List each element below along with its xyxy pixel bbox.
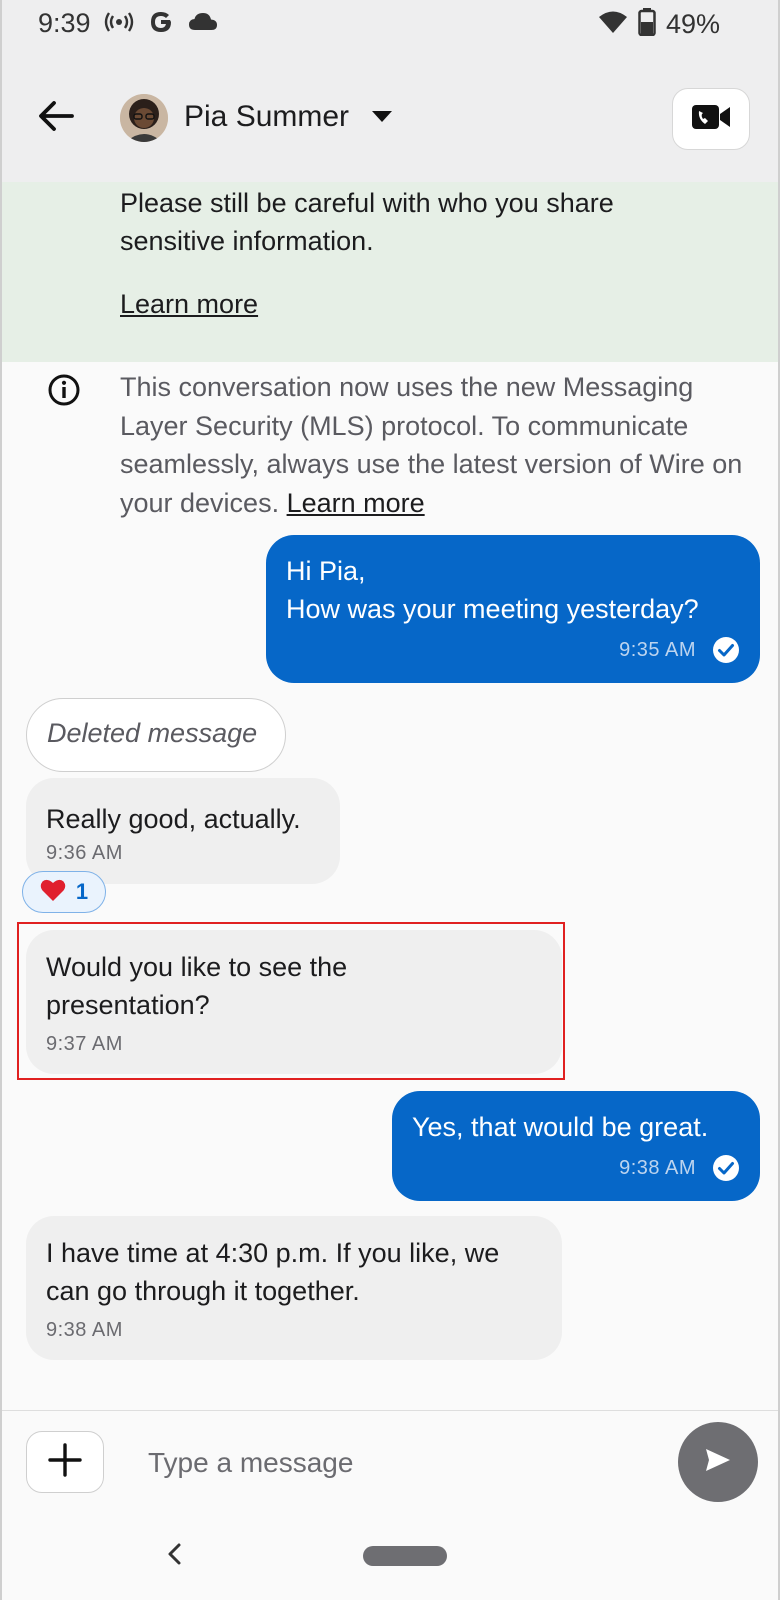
status-time: 9:39 [38, 8, 91, 38]
nav-back-chevron-icon [166, 1542, 182, 1571]
message-input[interactable] [148, 1441, 628, 1485]
contact-name[interactable]: Pia Summer [184, 100, 349, 134]
delivered-check-icon [712, 1154, 740, 1182]
message-time: 9:38 AM [619, 1157, 696, 1179]
status-icons-left [104, 8, 218, 40]
message-text: Really good, actually. [46, 804, 301, 834]
send-icon [704, 1447, 732, 1478]
system-message-text: This conversation now uses the new Messa… [120, 372, 743, 518]
back-arrow-icon [38, 100, 74, 137]
delivered-check-icon [712, 636, 740, 664]
deleted-message-text: Deleted message [47, 718, 258, 748]
broadcast-icon [104, 11, 134, 38]
add-attachment-button[interactable] [26, 1431, 104, 1493]
nav-home-pill[interactable] [363, 1546, 447, 1566]
mls-system-message: This conversation now uses the new Messa… [120, 368, 760, 522]
message-bubble-incoming[interactable]: I have time at 4:30 p.m. If you like, we… [26, 1216, 562, 1360]
nav-back-button[interactable] [160, 1536, 188, 1576]
message-text: Yes, that would be great. [412, 1112, 709, 1142]
video-call-button[interactable] [672, 88, 750, 150]
message-bubble-incoming[interactable]: Would you like to see the presentation? … [26, 930, 562, 1074]
deleted-message[interactable]: Deleted message [26, 698, 286, 772]
heart-emoji-icon [40, 878, 66, 907]
conversation-header: Pia Summer [0, 48, 780, 182]
message-bubble-incoming[interactable]: Really good, actually. 9:36 AM [26, 778, 340, 884]
message-time: 9:35 AM [619, 639, 696, 661]
reaction-count: 1 [75, 879, 89, 904]
video-call-icon [691, 102, 731, 137]
avatar[interactable] [120, 94, 168, 142]
banner-learn-more-link[interactable]: Learn more [120, 289, 258, 320]
wifi-icon [598, 10, 628, 39]
send-button[interactable] [678, 1422, 758, 1502]
message-composer [0, 1410, 780, 1600]
avatar-portrait-icon [120, 94, 168, 142]
plus-icon [48, 1442, 82, 1482]
message-time: 9:38 AM [46, 1319, 123, 1341]
status-bar: 9:39 49% [0, 0, 780, 48]
cloud-icon [188, 12, 218, 37]
back-button[interactable] [34, 96, 78, 140]
message-text: I have time at 4:30 p.m. If you like, we… [46, 1238, 500, 1306]
reaction-chip[interactable]: 1 [22, 871, 106, 913]
message-text: Hi Pia, How was your meeting yesterday? [286, 556, 699, 624]
banner-text: Please still be careful with who you sha… [120, 188, 614, 256]
security-banner: Please still be careful with who you sha… [0, 182, 780, 362]
battery-icon [638, 8, 656, 41]
message-bubble-outgoing[interactable]: Hi Pia, How was your meeting yesterday? … [266, 535, 760, 683]
chevron-down-icon[interactable] [372, 110, 392, 128]
battery-percent: 49% [665, 9, 720, 39]
status-icons-right: 49% [598, 8, 720, 41]
system-message-learn-more-link[interactable]: Learn more [287, 488, 425, 518]
message-time: 9:36 AM [46, 842, 123, 864]
message-text: Would you like to see the presentation? [46, 952, 348, 1020]
google-g-icon [148, 9, 174, 40]
message-time: 9:37 AM [46, 1033, 123, 1055]
info-icon [48, 374, 80, 411]
message-bubble-outgoing[interactable]: Yes, that would be great. 9:38 AM [392, 1091, 760, 1201]
